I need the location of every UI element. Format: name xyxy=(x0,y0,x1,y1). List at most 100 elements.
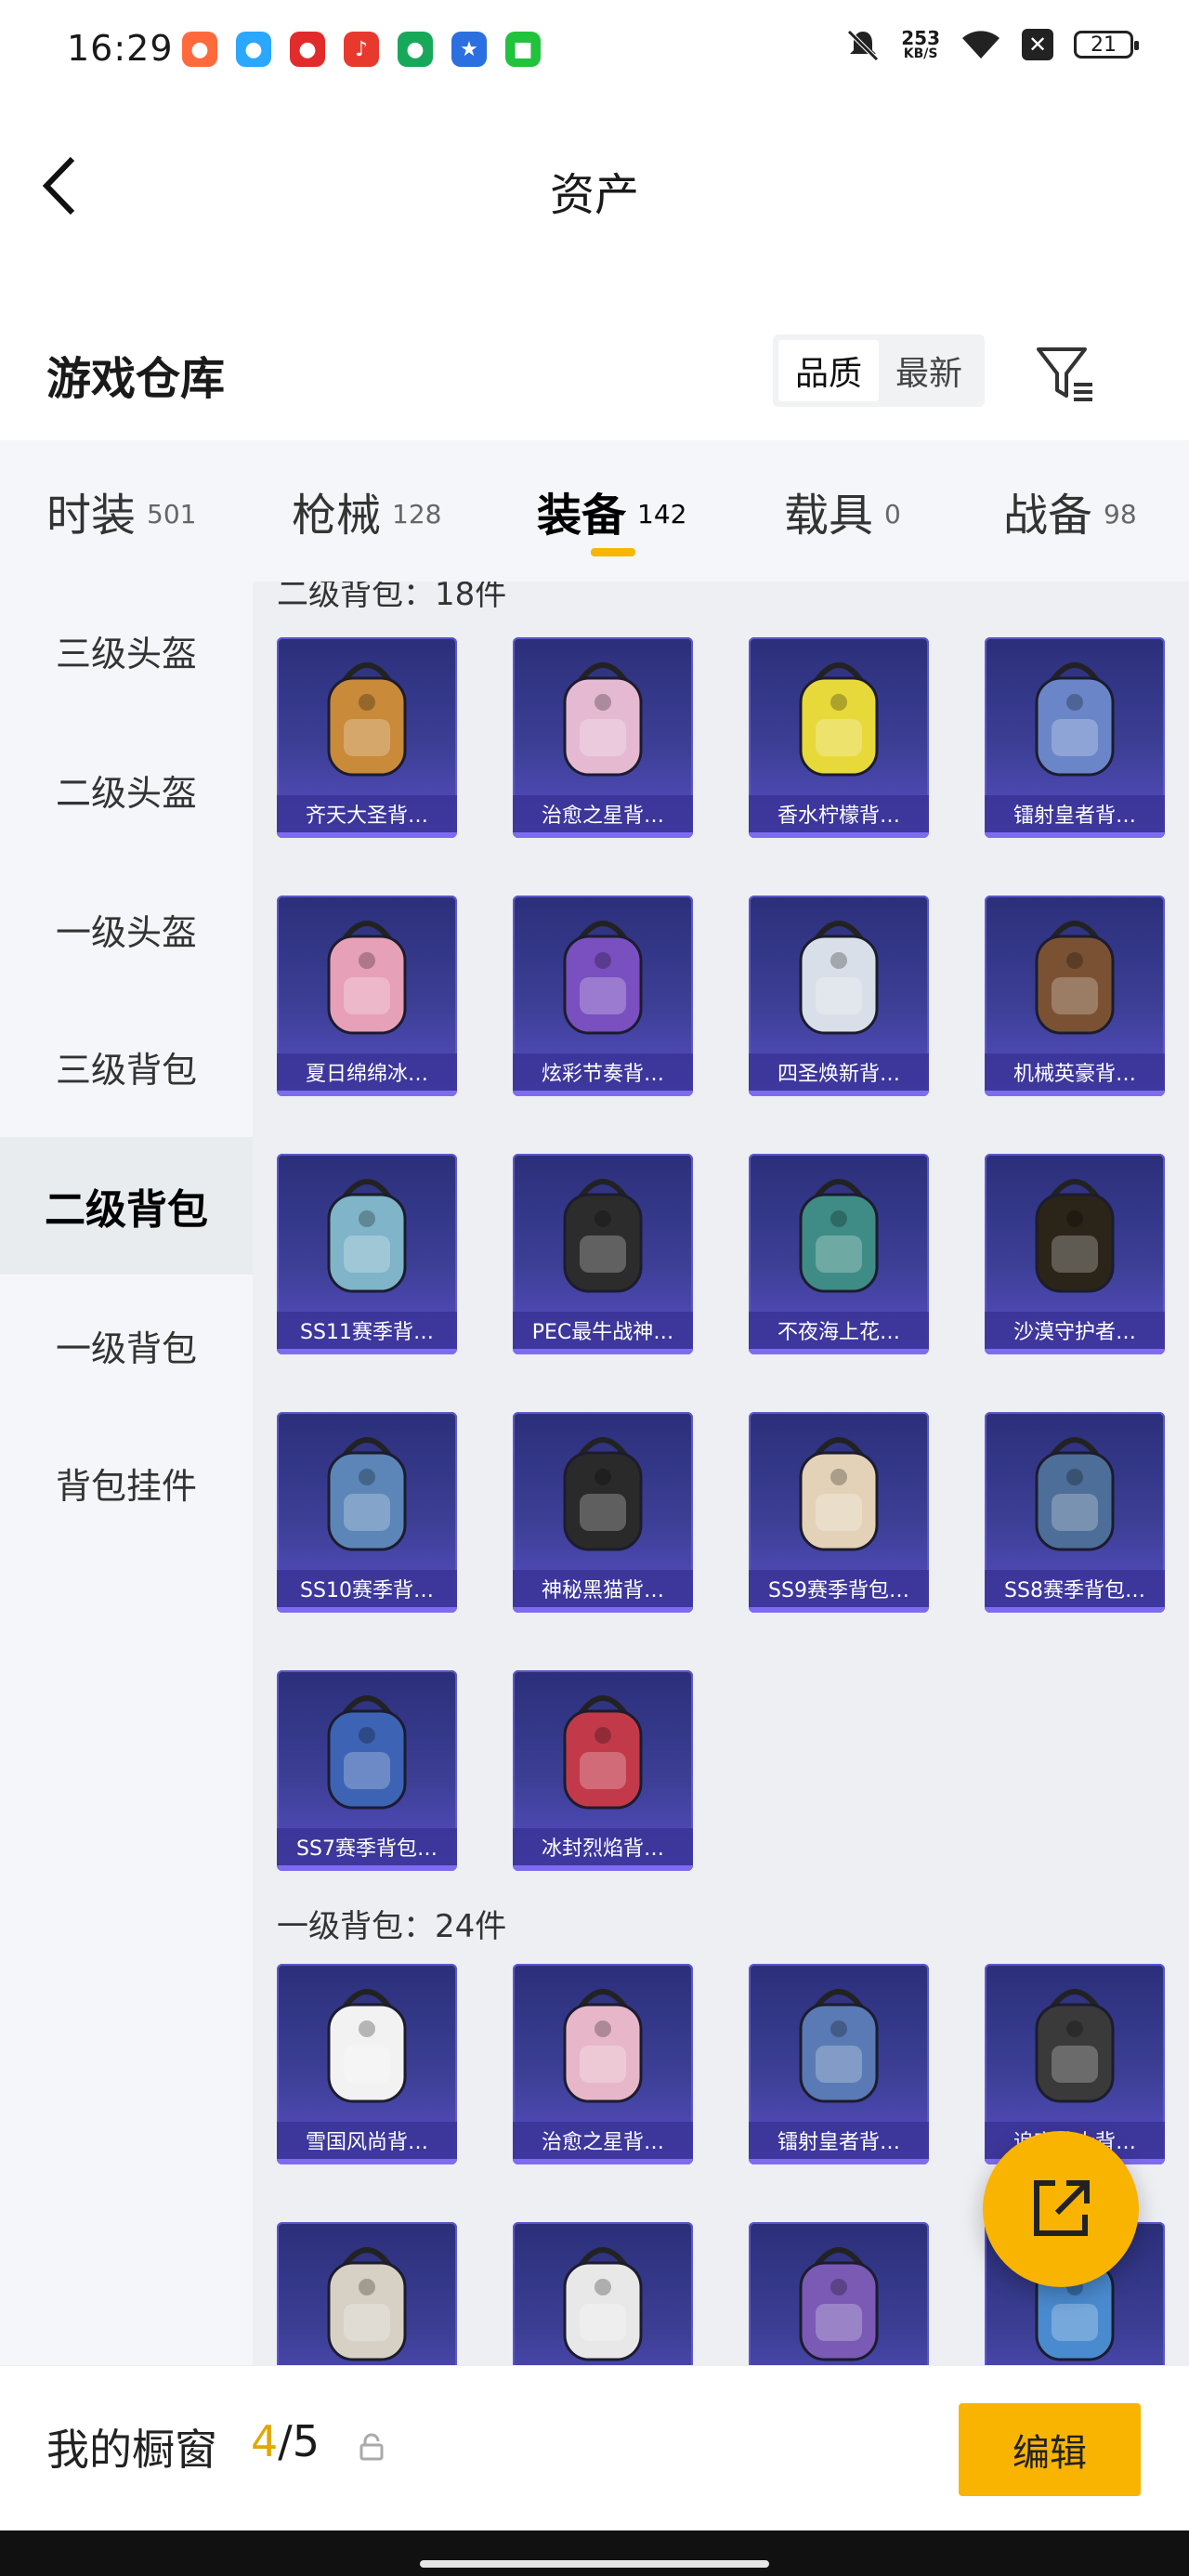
qq-icon: ● xyxy=(236,32,271,67)
battery-icon: 21 xyxy=(1074,31,1139,59)
backpack-icon xyxy=(1035,662,1115,777)
tab-equipment[interactable]: 装备 142 xyxy=(537,440,686,582)
backpack-icon xyxy=(327,1695,407,1810)
sidebar-item-backpack-pendant[interactable]: 背包挂件 xyxy=(0,1414,253,1551)
item-card[interactable]: 镭射皇者背… xyxy=(985,637,1165,838)
rarity-bar xyxy=(749,832,929,838)
sidebar-item-backpack-lv2[interactable]: 二级背包 xyxy=(0,1137,253,1275)
tab-count: 501 xyxy=(147,498,197,530)
item-card-label: 冰封烈焰背… xyxy=(513,1828,693,1865)
app-icon-1: ● xyxy=(182,32,217,67)
item-card[interactable]: 机械英豪背… xyxy=(985,896,1165,1096)
share-button[interactable] xyxy=(983,2131,1139,2287)
tab-label: 装备 xyxy=(537,490,627,542)
backpack-icon xyxy=(799,1179,879,1293)
item-card[interactable]: SS7赛季背包… xyxy=(277,1670,457,1871)
item-card[interactable]: 香水柠檬背… xyxy=(749,637,929,838)
rarity-bar xyxy=(277,1607,457,1613)
item-card[interactable]: 镭射皇者背… xyxy=(749,1964,929,2164)
item-card[interactable]: 雪国风尚背… xyxy=(277,1964,457,2164)
item-card-label: 镭射皇者背… xyxy=(985,795,1165,832)
backpack-icon xyxy=(327,1989,407,2103)
item-card-label: 不夜海上花… xyxy=(749,1312,929,1349)
sidebar-item-backpack-lv1[interactable]: 一级背包 xyxy=(0,1276,253,1414)
system-nav-bar xyxy=(0,2530,1189,2576)
item-card[interactable]: PEC最牛战神… xyxy=(513,1154,693,1354)
item-card[interactable] xyxy=(277,2222,457,2365)
item-card[interactable]: 齐天大圣背… xyxy=(277,637,457,838)
tab-guns[interactable]: 枪械 128 xyxy=(292,440,441,582)
net-speed: 253 KB/S xyxy=(901,29,940,60)
net-speed-value: 253 xyxy=(901,27,940,49)
tab-battle-gear[interactable]: 战备 98 xyxy=(1003,440,1137,582)
backpack-icon xyxy=(799,1989,879,2103)
rarity-bar xyxy=(985,832,1165,838)
active-tab-indicator xyxy=(591,548,635,556)
net-speed-unit: KB/S xyxy=(903,46,938,61)
tab-count: 98 xyxy=(1104,498,1137,530)
backpack-icon xyxy=(563,1989,643,2103)
item-card-label: SS8赛季背包… xyxy=(985,1570,1165,1607)
backpack-icon xyxy=(563,921,643,1035)
rarity-bar xyxy=(985,1349,1165,1354)
rarity-bar xyxy=(513,1607,693,1613)
sort-latest-button[interactable]: 最新 xyxy=(879,340,979,401)
sidebar: 三级头盔 二级头盔 一级头盔 三级背包 二级背包 一级背包 背包挂件 xyxy=(0,582,253,2365)
item-card[interactable]: SS8赛季背包… xyxy=(985,1412,1165,1613)
app-icon-7: ■ xyxy=(505,32,541,67)
item-card-label: 沙漠守护者… xyxy=(985,1312,1165,1349)
bottom-bar: 我的橱窗 4/5 编辑 xyxy=(0,2365,1189,2531)
filter-icon xyxy=(1037,347,1092,401)
sidebar-item-backpack-lv3[interactable]: 三级背包 xyxy=(0,998,253,1135)
item-card[interactable]: 四圣焕新背… xyxy=(749,896,929,1096)
item-card-label: SS7赛季背包… xyxy=(277,1828,457,1865)
mute-bell-icon xyxy=(847,30,880,61)
tab-count: 0 xyxy=(884,498,901,530)
showcase-separator: / xyxy=(278,2416,293,2466)
backpack-icon xyxy=(563,2247,643,2361)
filter-button[interactable] xyxy=(1033,342,1098,407)
item-card[interactable]: 神秘黑猫背… xyxy=(513,1412,693,1613)
rarity-bar xyxy=(513,1349,693,1354)
backpack-icon xyxy=(799,2247,879,2361)
backpack-icon xyxy=(1035,921,1115,1035)
page-title: 资产 xyxy=(549,169,639,221)
item-card[interactable]: 不夜海上花… xyxy=(749,1154,929,1354)
sidebar-item-helmet-lv2[interactable]: 二级头盔 xyxy=(0,721,253,858)
item-card-label: 香水柠檬背… xyxy=(749,795,929,832)
tab-label: 载具 xyxy=(784,490,874,542)
backpack-icon xyxy=(327,662,407,777)
item-card[interactable]: 治愈之星背… xyxy=(513,637,693,838)
tab-label: 时装 xyxy=(46,490,137,542)
tab-label: 枪械 xyxy=(292,490,382,542)
backpack-icon xyxy=(327,1179,407,1293)
item-card[interactable]: 炫彩节奏背… xyxy=(513,896,693,1096)
sort-quality-button[interactable]: 品质 xyxy=(778,340,879,401)
item-card-label: SS11赛季背… xyxy=(277,1312,457,1349)
item-card[interactable]: SS11赛季背… xyxy=(277,1154,457,1354)
item-card[interactable]: 冰封烈焰背… xyxy=(513,1670,693,1871)
sidebar-item-helmet-lv3[interactable]: 三级头盔 xyxy=(0,582,253,719)
item-card[interactable]: 沙漠守护者… xyxy=(985,1154,1165,1354)
sidebar-item-helmet-lv1[interactable]: 一级头盔 xyxy=(0,860,253,998)
edit-button[interactable]: 编辑 xyxy=(959,2403,1141,2496)
item-card-label: 雪国风尚背… xyxy=(277,2122,457,2159)
item-card[interactable] xyxy=(513,2222,693,2365)
backpack-icon xyxy=(1035,1989,1115,2103)
item-card[interactable] xyxy=(749,2222,929,2365)
status-app-icons: ● ● ● ♪ ● ★ ■ xyxy=(182,32,541,67)
showcase-label: 我的橱窗 xyxy=(46,2425,217,2475)
music-icon: ♪ xyxy=(344,32,379,67)
item-card[interactable]: SS9赛季背包… xyxy=(749,1412,929,1613)
backpack-icon xyxy=(327,1437,407,1551)
warehouse-title: 游戏仓库 xyxy=(46,353,226,405)
home-indicator[interactable] xyxy=(420,2560,769,2568)
tab-vehicles[interactable]: 载具 0 xyxy=(784,440,901,582)
item-card[interactable]: SS10赛季背… xyxy=(277,1412,457,1613)
tab-fashion[interactable]: 时装 501 xyxy=(46,440,196,582)
item-card-label: 治愈之星背… xyxy=(513,795,693,832)
item-card-label: SS9赛季背包… xyxy=(749,1570,929,1607)
showcase-current: 4 xyxy=(251,2416,279,2466)
item-card[interactable]: 治愈之星背… xyxy=(513,1964,693,2164)
item-card[interactable]: 夏日绵绵冰… xyxy=(277,896,457,1096)
